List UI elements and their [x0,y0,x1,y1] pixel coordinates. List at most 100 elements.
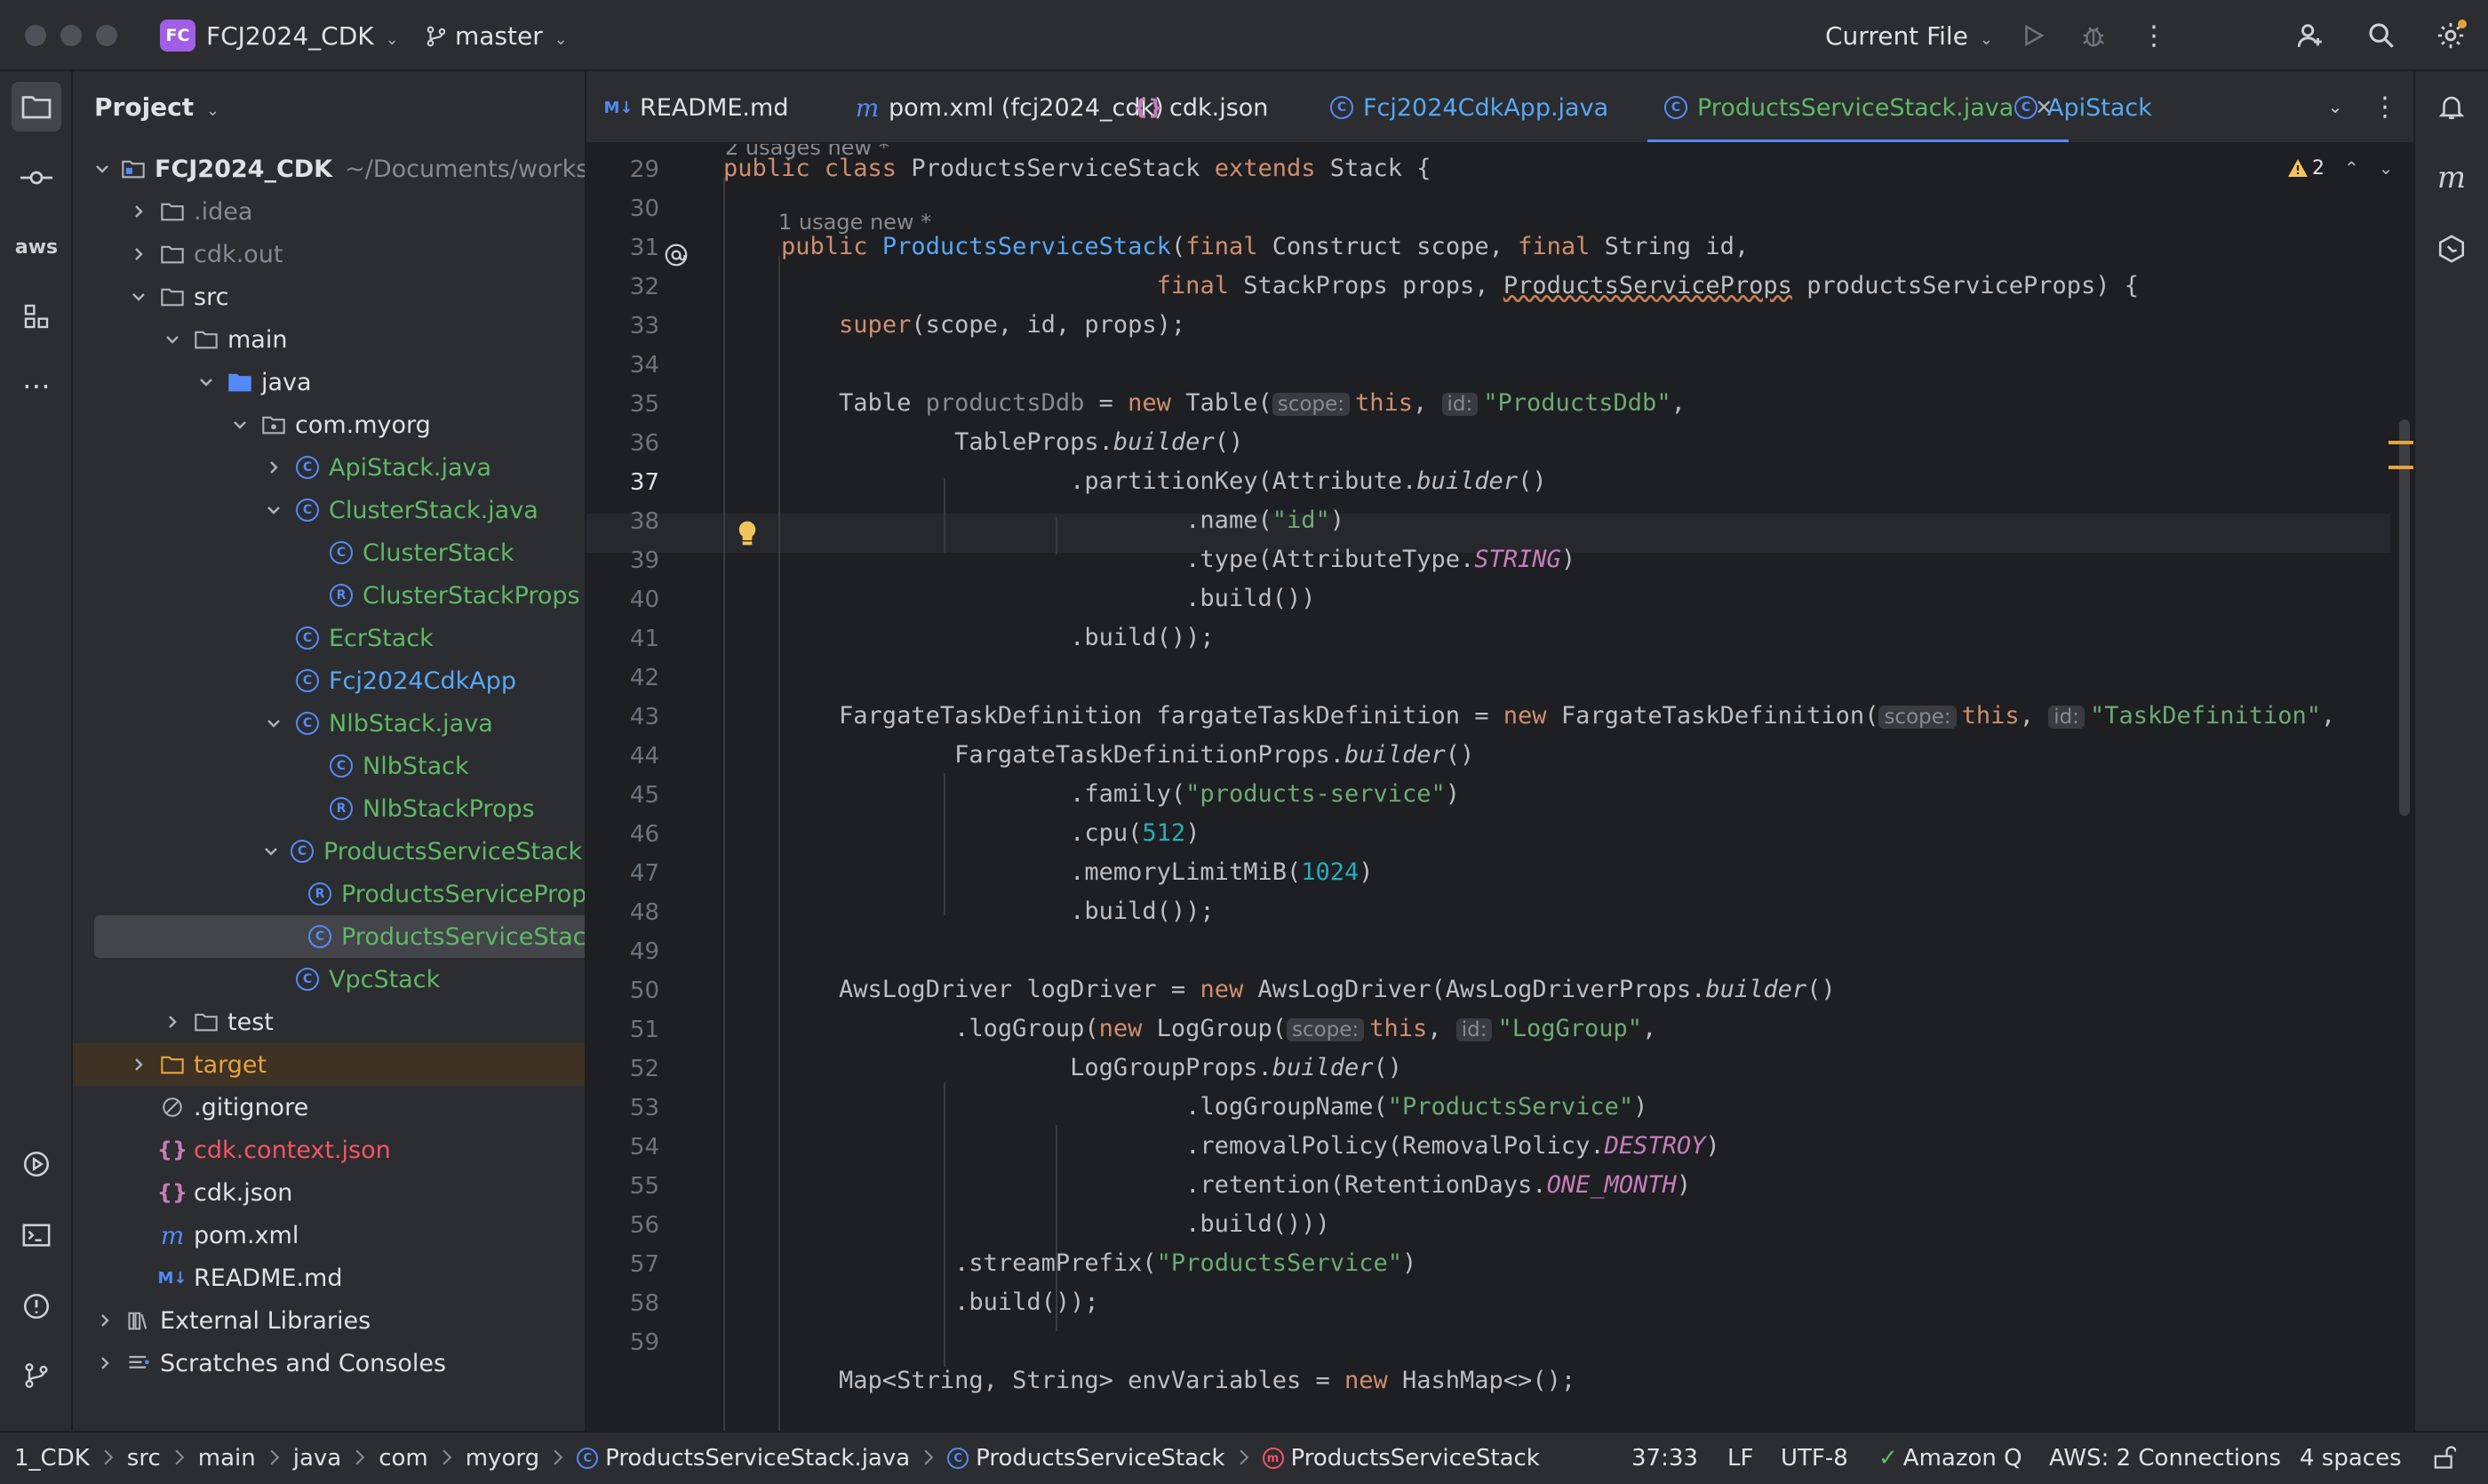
chevron-right-icon[interactable] [128,243,149,265]
line-number[interactable]: 53 [586,1095,659,1121]
debug-button[interactable] [2076,18,2111,53]
line-number[interactable]: 39 [586,547,659,574]
line-number[interactable]: 52 [586,1056,659,1082]
line-number[interactable]: 40 [586,586,659,613]
line-number[interactable]: 36 [586,430,659,457]
editor-tab[interactable]: M↓ README.md [604,71,789,142]
line-number[interactable]: 58 [586,1290,659,1317]
tree-item[interactable]: C EcrStack [73,617,585,659]
editor-tab[interactable]: C ProductsServiceStack.java ✕ [1647,71,2069,142]
breadcrumb-item[interactable]: src [127,1445,161,1472]
settings-button[interactable] [2433,18,2468,53]
structure-tool-button[interactable] [12,291,61,341]
git-tool-button[interactable] [12,1351,61,1400]
tree-item[interactable]: {} cdk.context.json [73,1129,585,1171]
inspection-widget[interactable]: 2 ⌃ ⌄ [2287,155,2394,181]
terminal-tool-button[interactable] [12,1210,61,1260]
chevron-down-icon[interactable] [263,841,279,862]
tree-item[interactable]: target [73,1043,585,1086]
tree-item[interactable]: R ClusterStackProps [73,574,585,617]
read-only-toggle[interactable] [2433,1445,2457,1476]
chevron-down-icon[interactable] [229,414,251,435]
line-number[interactable]: 32 [586,274,659,300]
tree-item[interactable]: C NlbStack [73,745,585,787]
line-number[interactable]: 30 [586,195,659,222]
more-tools-button[interactable]: ⋯ [12,361,61,411]
problems-tool-button[interactable] [12,1281,61,1331]
aws-toolkit-button[interactable]: aws [12,222,61,272]
tree-item[interactable]: src [73,275,585,318]
project-panel-header[interactable]: Project ⌄ [94,92,219,122]
chevron-down-icon[interactable] [195,371,217,393]
line-number[interactable]: 45 [586,782,659,809]
line-number[interactable]: 50 [586,977,659,1004]
tree-item[interactable]: R ProductsServiceProps [73,873,585,915]
code-with-me-button[interactable] [2293,18,2328,53]
chevron-up-icon[interactable]: ⌃ [2344,157,2359,179]
tree-item[interactable]: C ClusterStack.java [73,489,585,531]
line-number[interactable]: 38 [586,508,659,535]
file-encoding[interactable]: UTF-8 [1781,1445,1848,1472]
tab-list-button[interactable]: ⌄ [2317,89,2353,124]
tree-item[interactable]: C ClusterStack [73,531,585,574]
chevron-right-icon[interactable] [94,1310,116,1331]
line-number[interactable]: 55 [586,1173,659,1200]
chevron-down-icon[interactable]: ⌄ [2379,157,2394,179]
line-number[interactable]: 37 [586,469,659,496]
editor-tab[interactable]: {} cdk.json [1133,71,1268,142]
chevron-down-icon[interactable] [128,286,149,307]
tree-item[interactable]: External Libraries [73,1299,585,1342]
tree-item[interactable]: C NlbStack.java [73,702,585,745]
amazon-q-tool-button[interactable] [2427,224,2476,274]
more-actions-button[interactable]: ⋮ [2136,18,2172,53]
maven-tool-button[interactable]: m [2427,153,2476,203]
line-number[interactable]: 56 [586,1212,659,1239]
tree-item[interactable]: Scratches and Consoles [73,1342,585,1384]
tree-item[interactable]: C Fcj2024CdkApp [73,659,585,702]
line-number[interactable]: 51 [586,1017,659,1043]
line-number[interactable]: 49 [586,938,659,965]
warning-stripe-mark[interactable] [2388,466,2413,469]
project-tool-button[interactable] [12,82,61,132]
line-number[interactable]: 34 [586,352,659,379]
chevron-down-icon[interactable] [94,158,110,180]
chevron-right-icon[interactable] [128,1054,149,1075]
chevron-right-icon[interactable] [94,1352,116,1374]
line-number[interactable]: 33 [586,313,659,339]
breadcrumb-item[interactable]: C ProductsServiceStack [947,1445,1225,1472]
tree-item[interactable]: .idea [73,190,585,233]
code-editor[interactable]: 29 30 31 32 33 34 35 36 37 38 39 40 41 42 43 44 45 46 47 48… [586,144,2413,1431]
tree-item[interactable]: M↓ README.md [73,1257,585,1299]
run-config-selector[interactable]: Current File ⌄ [1825,21,1993,51]
breadcrumb-item[interactable]: com [379,1445,428,1472]
tree-item[interactable]: R NlbStackProps [73,787,585,830]
tree-item[interactable]: cdk.out [73,233,585,275]
breadcrumb-item[interactable]: 1_CDK [14,1445,90,1472]
aws-connections[interactable]: AWS: 2 Connections [2049,1445,2281,1472]
line-number[interactable]: 54 [586,1134,659,1161]
chevron-right-icon[interactable] [128,201,149,222]
line-number[interactable]: 29 [586,156,659,183]
indent-setting[interactable]: 4 spaces [2300,1445,2402,1472]
chevron-down-icon[interactable] [263,713,284,734]
editor-scrollbar-thumb[interactable] [2399,419,2410,816]
line-number[interactable]: 44 [586,743,659,770]
editor-tab[interactable]: C Fcj2024CdkApp.java [1329,71,1608,142]
maximize-window-button[interactable] [96,25,117,46]
breadcrumb-item[interactable]: java [293,1445,341,1472]
tree-item[interactable]: C VpcStack [73,958,585,1001]
chevron-right-icon[interactable] [263,457,284,478]
line-number[interactable]: 57 [586,1251,659,1278]
run-button[interactable] [2015,18,2051,53]
project-selector[interactable]: FCJ2024_CDK ⌄ [206,21,399,51]
tree-item[interactable]: main [73,318,585,361]
close-window-button[interactable] [25,25,46,46]
line-number[interactable]: 48 [586,899,659,926]
line-number[interactable]: 35 [586,391,659,418]
editor-tab[interactable]: m pom.xml (fcj2024_cdk) [855,71,1164,142]
commit-tool-button[interactable] [12,153,61,203]
line-number[interactable]: 42 [586,665,659,691]
tree-item[interactable]: C ProductsServiceStack [94,915,585,958]
breadcrumb-item[interactable]: main [198,1445,256,1472]
chevron-down-icon[interactable] [162,329,183,350]
